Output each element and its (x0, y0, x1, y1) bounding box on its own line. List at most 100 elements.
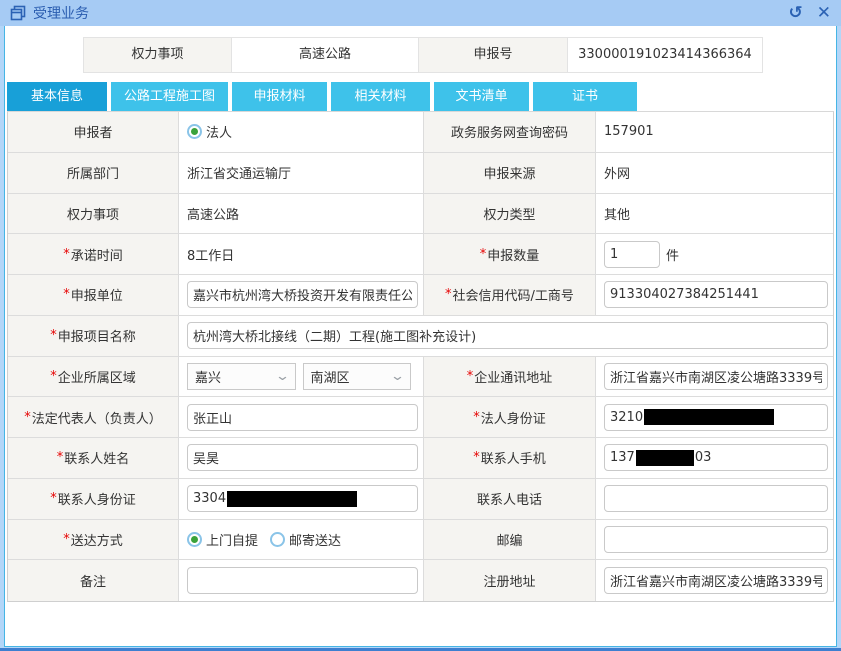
value-power-item: 高速公路 (179, 194, 424, 235)
quantity-input[interactable] (604, 241, 660, 268)
postcode-input[interactable] (604, 526, 828, 553)
legal-person-id-input[interactable]: 3210 (604, 404, 828, 431)
quantity-unit: 件 (666, 245, 679, 264)
required-mark: * (63, 287, 70, 302)
field-label: 联系人电话 (477, 489, 542, 508)
radio-mail-delivery[interactable] (270, 532, 285, 547)
label-contact-phone: 联系人电话 (424, 479, 596, 520)
form-row: 申报者 法人 政务服务网查询密码 157901 (8, 112, 833, 153)
contact-mobile-input[interactable]: 137 03 (604, 444, 828, 471)
label-power-type: 权力类型 (424, 194, 596, 235)
tab-document-list[interactable]: 文书清单 (434, 82, 529, 111)
close-icon[interactable]: ✕ (817, 5, 831, 22)
form-row: * 联系人身份证 3304 联系人电话 (8, 479, 833, 520)
field-label: 备注 (80, 571, 106, 590)
declare-unit-input[interactable] (187, 281, 418, 308)
form-row: * 送达方式 上门自提 邮寄送达 邮编 (8, 520, 833, 561)
label-query-password: 政务服务网查询密码 (424, 112, 596, 153)
enterprise-address-input[interactable] (604, 363, 828, 390)
district-select[interactable]: 南湖区 ⌄ (303, 363, 412, 390)
city-select[interactable]: 嘉兴 ⌄ (187, 363, 296, 390)
remarks-input[interactable] (187, 567, 418, 594)
value-power-type: 其他 (596, 194, 833, 235)
label-power-item: 权力事项 (8, 194, 179, 235)
tab-certificate[interactable]: 证书 (533, 82, 637, 111)
label-contact-mobile: * 联系人手机 (424, 438, 596, 479)
window-icon (10, 5, 26, 21)
field-label: 政务服务网查询密码 (451, 122, 568, 141)
field-value: 157901 (604, 124, 654, 139)
form-row: * 申报项目名称 (8, 316, 833, 357)
mobile-suffix: 03 (695, 450, 712, 465)
field-label: 申报项目名称 (58, 326, 136, 345)
field-label: 承诺时间 (71, 245, 123, 264)
label-declare-source: 申报来源 (424, 153, 596, 194)
tab-basic-info[interactable]: 基本信息 (7, 82, 107, 111)
value-promise-time: 8工作日 (179, 234, 424, 275)
registered-address-input[interactable] (604, 567, 828, 594)
tab-related-materials[interactable]: 相关材料 (331, 82, 430, 111)
label-promise-time: * 承诺时间 (8, 234, 179, 275)
radio-self-pickup[interactable] (187, 532, 202, 547)
required-mark: * (445, 287, 452, 302)
required-mark: * (50, 328, 57, 343)
label-enterprise-address: * 企业通讯地址 (424, 357, 596, 398)
required-mark: * (63, 247, 70, 262)
redaction-bar (644, 409, 774, 425)
label-postcode: 邮编 (424, 520, 596, 561)
content-area: 权力事项 高速公路 申报号 330000191023414366364 基本信息… (4, 26, 837, 647)
value-postcode (596, 520, 833, 561)
chevron-down-icon: ⌄ (390, 370, 405, 383)
field-label: 权力类型 (483, 204, 535, 223)
field-label: 申报来源 (483, 163, 535, 182)
label-applicant-type: 申报者 (8, 112, 179, 153)
label-delivery-method: * 送达方式 (8, 520, 179, 561)
label-enterprise-region: * 企业所属区域 (8, 357, 179, 398)
label-project-name: * 申报项目名称 (8, 316, 179, 357)
value-enterprise-address (596, 357, 833, 398)
required-mark: * (473, 410, 480, 425)
form-row: * 企业所属区域 嘉兴 ⌄ 南湖区 ⌄ * 企业通讯地址 (8, 357, 833, 398)
field-label: 权力事项 (67, 204, 119, 223)
tab-bar: 基本信息 公路工程施工图 申报材料 相关材料 文书清单 证书 (7, 82, 836, 111)
project-name-input[interactable] (187, 322, 828, 349)
mobile-prefix: 137 (610, 450, 635, 465)
value-contact-phone (596, 479, 833, 520)
legal-representative-input[interactable] (187, 404, 418, 431)
chevron-down-icon: ⌄ (274, 370, 289, 383)
redaction-bar (636, 450, 694, 466)
field-label: 联系人手机 (481, 448, 546, 467)
value-legal-person-id: 3210 (596, 397, 833, 438)
label-declare-unit: * 申报单位 (8, 275, 179, 316)
value-declare-unit (179, 275, 424, 316)
field-label: 企业所属区域 (58, 367, 136, 386)
header-cell-declare-no-label: 申报号 (418, 37, 568, 73)
value-delivery-method: 上门自提 邮寄送达 (179, 520, 424, 561)
credit-code-input[interactable] (604, 281, 828, 308)
field-label: 申报数量 (487, 245, 539, 264)
value-credit-code (596, 275, 833, 316)
field-label: 联系人身份证 (58, 489, 136, 508)
id-prefix: 3210 (610, 410, 643, 425)
required-mark: * (467, 369, 474, 384)
label-legal-representative: * 法定代表人（负责人） (8, 397, 179, 438)
radio-legal-person[interactable] (187, 124, 202, 139)
tab-declare-materials[interactable]: 申报材料 (232, 82, 327, 111)
label-remarks: 备注 (8, 560, 179, 601)
refresh-icon[interactable]: ↺ (789, 5, 803, 22)
field-label: 送达方式 (71, 530, 123, 549)
redaction-bar (227, 491, 357, 507)
label-legal-person-id: * 法人身份证 (424, 397, 596, 438)
header-cell-power-item: 权力事项 (83, 37, 232, 73)
value-project-name (179, 316, 833, 357)
contact-id-input[interactable]: 3304 (187, 485, 418, 512)
tab-construction-drawing[interactable]: 公路工程施工图 (111, 82, 228, 111)
field-label: 申报单位 (71, 285, 123, 304)
value-contact-name (179, 438, 424, 479)
contact-phone-input[interactable] (604, 485, 828, 512)
dialog-window: 受理业务 ↺ ✕ 权力事项 高速公路 申报号 33000019102341436… (0, 0, 841, 651)
contact-name-input[interactable] (187, 444, 418, 471)
field-label: 所属部门 (67, 163, 119, 182)
value-legal-representative (179, 397, 424, 438)
header-cell-declare-no-value: 330000191023414366364 (567, 37, 763, 73)
